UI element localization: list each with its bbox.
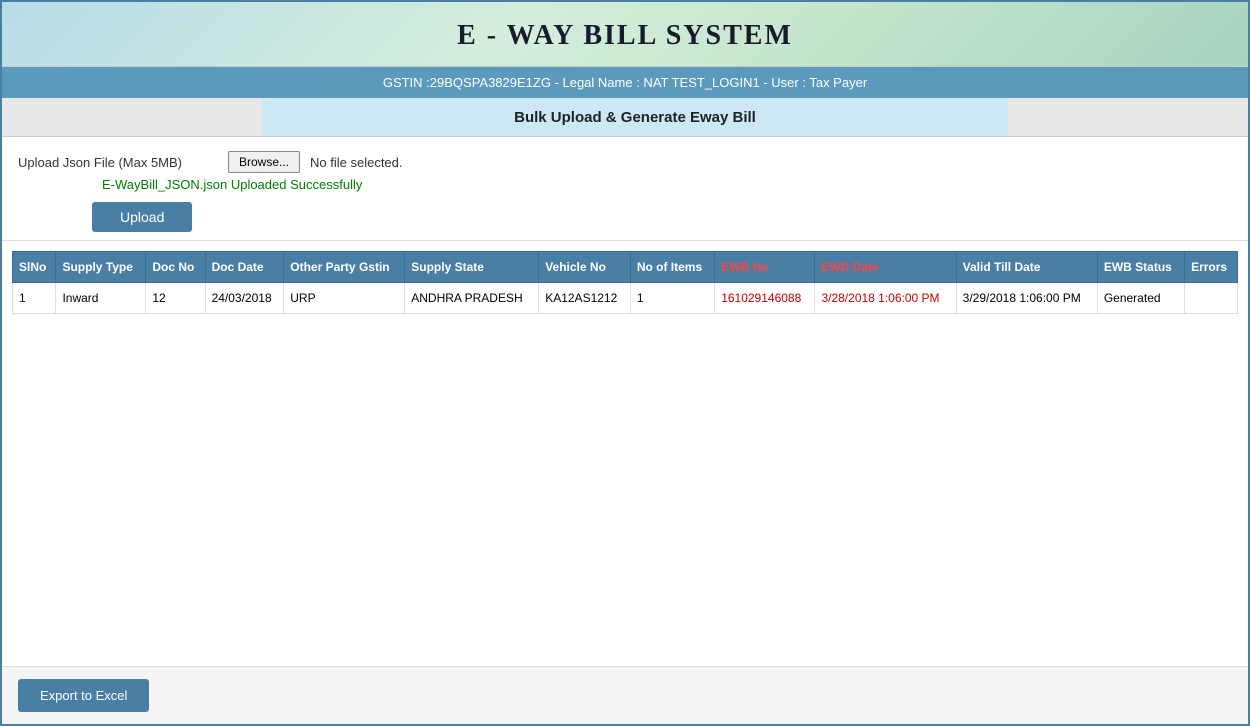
col-vehicle-no: Vehicle No <box>539 252 631 283</box>
table-section: SlNo Supply Type Doc No Doc Date Other P… <box>2 241 1248 666</box>
page-title-bar: Bulk Upload & Generate Eway Bill <box>2 98 1248 137</box>
cell-other_party_gstin: URP <box>284 283 405 314</box>
title-bar-right <box>1008 98 1248 136</box>
upload-section: Upload Json File (Max 5MB) Browse... No … <box>2 137 1248 241</box>
upload-btn-row: Upload <box>18 202 1232 232</box>
col-doc-date: Doc Date <box>205 252 284 283</box>
cell-doc_no: 12 <box>146 283 205 314</box>
export-to-excel-button[interactable]: Export to Excel <box>18 679 149 712</box>
app-title: E - WAY BILL SYSTEM <box>12 20 1238 52</box>
cell-errors <box>1185 283 1238 314</box>
page-title: Bulk Upload & Generate Eway Bill <box>262 98 1008 136</box>
cell-slno: 1 <box>13 283 56 314</box>
gstin-info: GSTIN :29BQSPA3829E1ZG - Legal Name : NA… <box>383 75 867 90</box>
cell-doc_date: 24/03/2018 <box>205 283 284 314</box>
cell-ewb_no: 161029146088 <box>715 283 815 314</box>
col-supply-state: Supply State <box>405 252 539 283</box>
success-row: E-WayBill_JSON.json Uploaded Successfull… <box>18 177 1232 192</box>
upload-success-text: E-WayBill_JSON.json Uploaded Successfull… <box>102 177 362 192</box>
upload-label: Upload Json File (Max 5MB) <box>18 155 218 170</box>
col-ewd-date: EWD Date <box>815 252 956 283</box>
upload-button[interactable]: Upload <box>92 202 192 232</box>
col-valid-till-date: Valid Till Date <box>956 252 1097 283</box>
cell-ewd_date: 3/28/2018 1:06:00 PM <box>815 283 956 314</box>
info-bar: GSTIN :29BQSPA3829E1ZG - Legal Name : NA… <box>2 67 1248 98</box>
browse-button[interactable]: Browse... <box>228 151 300 173</box>
header-banner: E - WAY BILL SYSTEM <box>2 2 1248 67</box>
col-other-party-gstin: Other Party Gstin <box>284 252 405 283</box>
table-row: 1Inward1224/03/2018URPANDHRA PRADESHKA12… <box>13 283 1238 314</box>
col-doc-no: Doc No <box>146 252 205 283</box>
col-slno: SlNo <box>13 252 56 283</box>
col-errors: Errors <box>1185 252 1238 283</box>
main-container: E - WAY BILL SYSTEM GSTIN :29BQSPA3829E1… <box>0 0 1250 726</box>
cell-valid_till_date: 3/29/2018 1:06:00 PM <box>956 283 1097 314</box>
no-file-text: No file selected. <box>310 155 403 170</box>
cell-ewb_status: Generated <box>1097 283 1184 314</box>
cell-vehicle_no: KA12AS1212 <box>539 283 631 314</box>
footer-section: Export to Excel <box>2 666 1248 724</box>
cell-supply_type: Inward <box>56 283 146 314</box>
table-header-row: SlNo Supply Type Doc No Doc Date Other P… <box>13 252 1238 283</box>
title-bar-left <box>2 98 262 136</box>
upload-row: Upload Json File (Max 5MB) Browse... No … <box>18 151 1232 173</box>
results-table: SlNo Supply Type Doc No Doc Date Other P… <box>12 251 1238 314</box>
cell-supply_state: ANDHRA PRADESH <box>405 283 539 314</box>
cell-no_of_items: 1 <box>630 283 714 314</box>
col-ewb-status: EWB Status <box>1097 252 1184 283</box>
col-ewb-no: EWB No <box>715 252 815 283</box>
col-supply-type: Supply Type <box>56 252 146 283</box>
col-no-of-items: No of Items <box>630 252 714 283</box>
